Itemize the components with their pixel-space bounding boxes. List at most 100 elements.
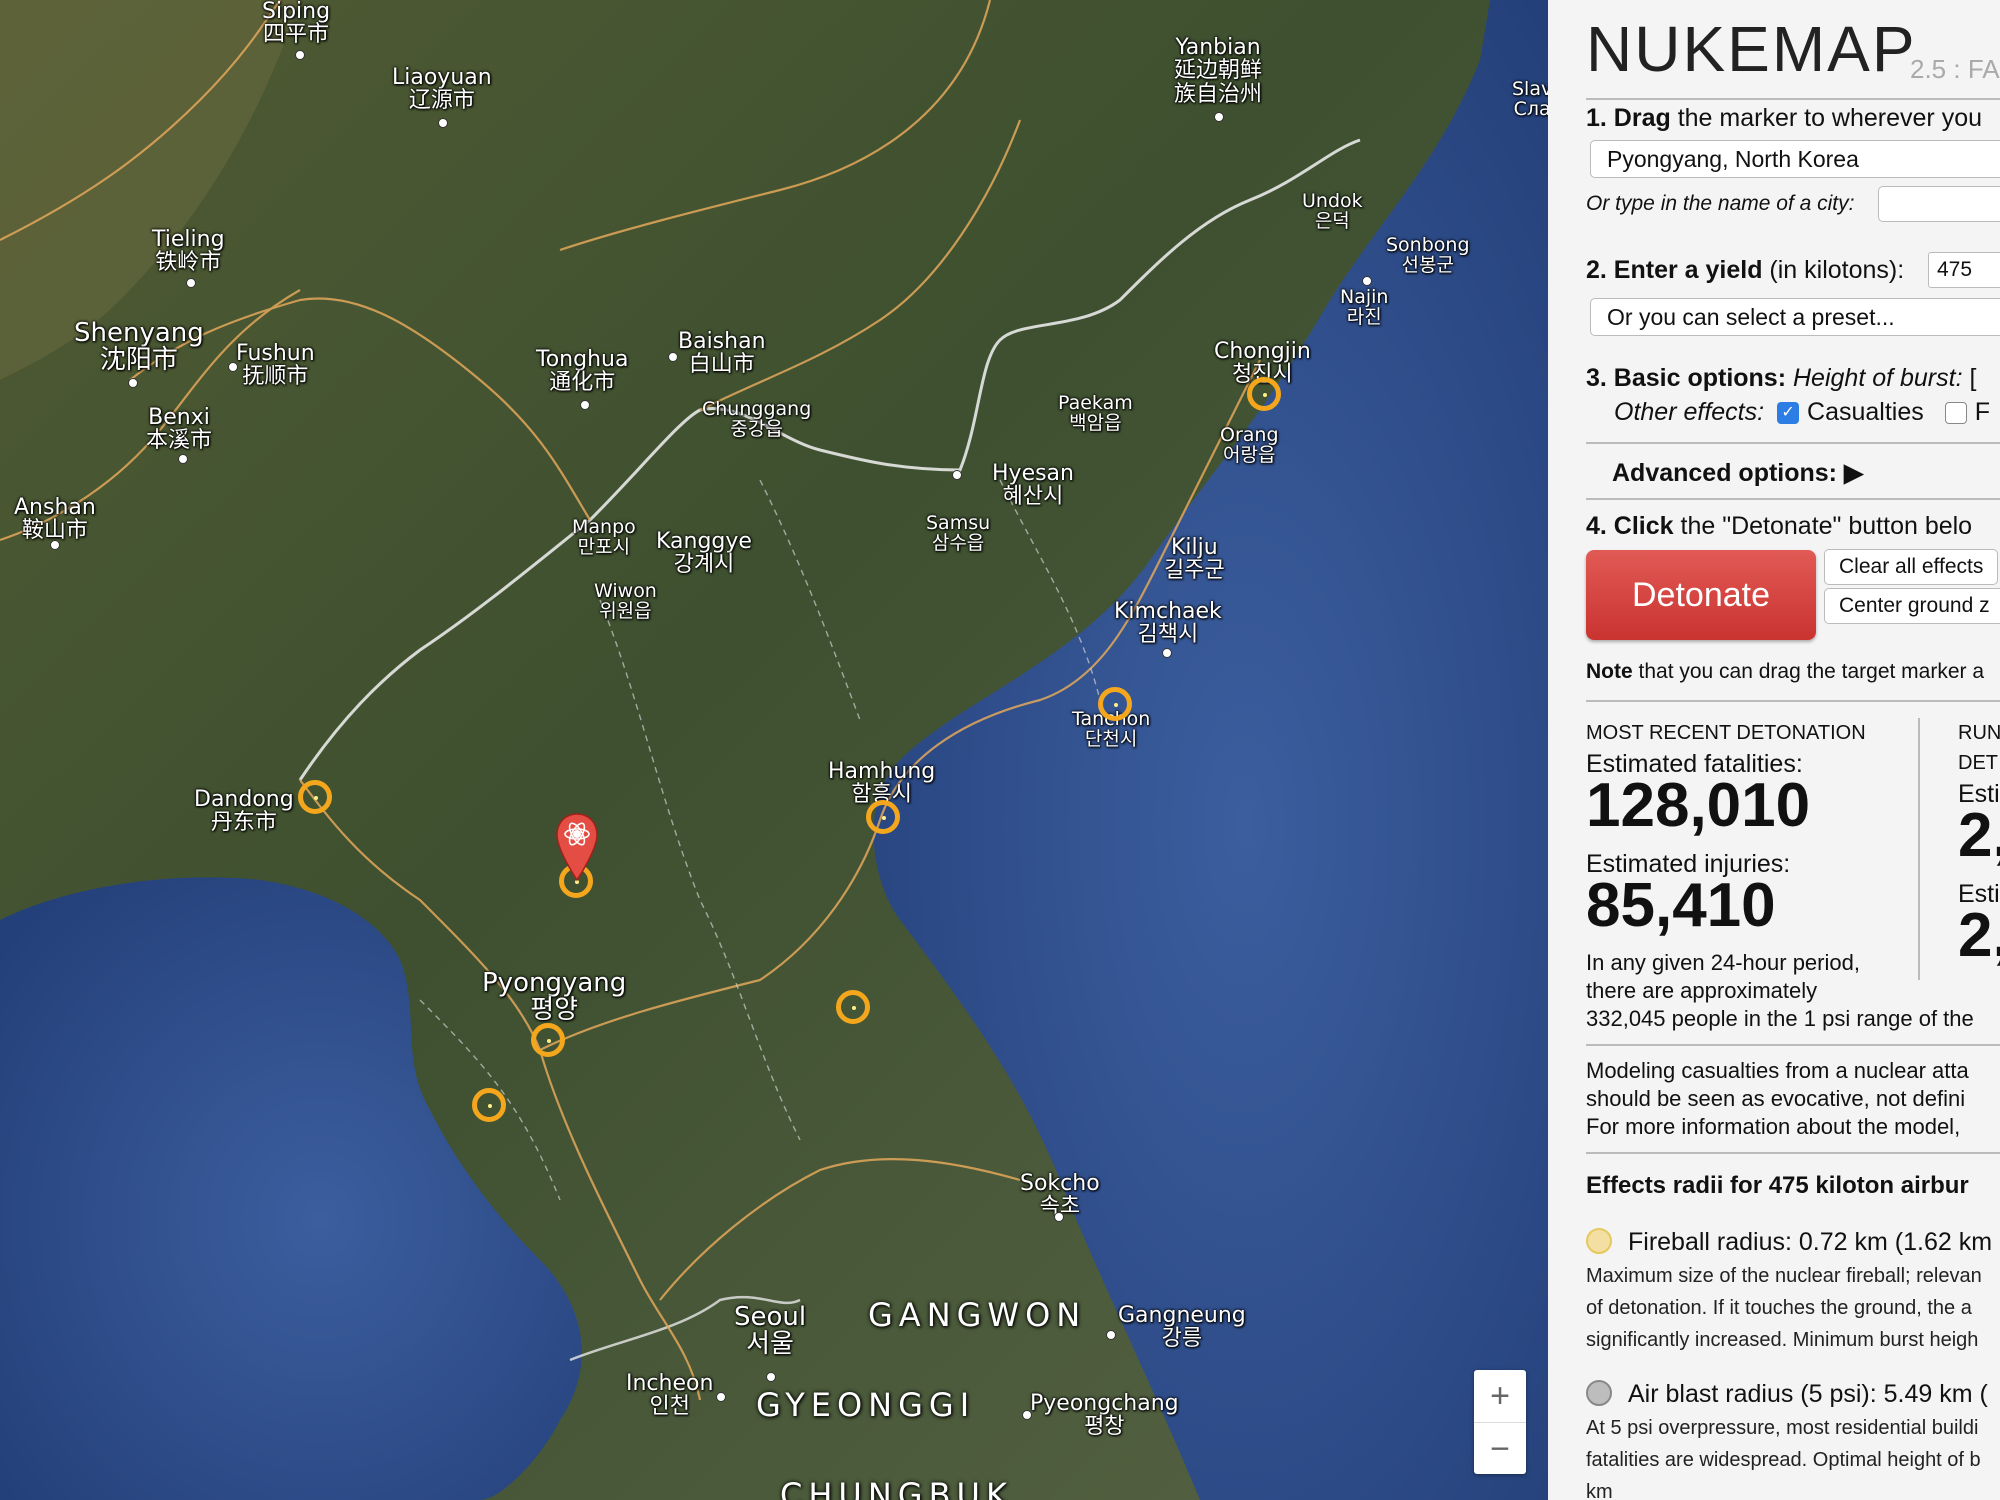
- note-text: Note that you can drag the target marker…: [1586, 660, 1985, 683]
- step2-text: 2. Enter a yield (in kilotons):: [1586, 256, 1905, 284]
- divider: [1586, 1044, 2000, 1046]
- step1-text: 1. Drag the marker to wherever you: [1586, 104, 1983, 132]
- version-label[interactable]: 2.5 : FA: [1910, 54, 2000, 85]
- injuries-value: 85,410: [1586, 871, 1776, 940]
- city-dot: [1054, 1212, 1064, 1222]
- clear-effects-button[interactable]: Clear all effects: [1824, 549, 1999, 585]
- air-blast-desc-2: fatalities are widespread. Optimal heigh…: [1586, 1449, 1981, 1471]
- city-dot: [952, 470, 962, 480]
- map-label-tonghua: Tonghua 通化市: [536, 347, 629, 396]
- fireball-desc-2: of detonation. If it touches the ground,…: [1586, 1297, 1972, 1319]
- effects-header: Effects radii for 475 kiloton airbur: [1586, 1172, 1969, 1199]
- period-text-1: In any given 24-hour period,: [1586, 950, 1860, 975]
- fireball-desc-1: Maximum size of the nuclear fireball; re…: [1586, 1265, 1982, 1287]
- city-dot: [668, 352, 678, 362]
- map-label-shenyang: Shenyang 沈阳市: [74, 318, 204, 376]
- city-dot: [295, 50, 305, 60]
- map-label-slav: Slav Сла: [1512, 78, 1548, 120]
- map-label-dandong: Dandong 丹东市: [194, 787, 294, 836]
- map-label-seoul: Seoul 서울: [734, 1302, 807, 1360]
- model-text-2: should be seen as evocative, not defini: [1586, 1086, 1966, 1111]
- zoom-control: + −: [1474, 1370, 1526, 1474]
- city-dot: [178, 454, 188, 464]
- center-ground-zero-button[interactable]: Center ground z: [1824, 588, 2000, 624]
- detonation-ring[interactable]: [1247, 377, 1281, 411]
- map-pin-icon: [556, 813, 598, 882]
- city-dot: [716, 1392, 726, 1402]
- map-label-kanggye: Kanggye 강계시: [656, 529, 752, 578]
- running-value-1: 2,: [1958, 801, 2000, 870]
- model-text-1: Modeling casualties from a nuclear atta: [1586, 1058, 1969, 1083]
- map-label-sonbong: Sonbong 선봉군: [1386, 234, 1470, 276]
- divider: [1586, 700, 2000, 702]
- air-blast-legend-swatch: [1586, 1380, 1612, 1406]
- map-label-kimchaek: Kimchaek 김책시: [1114, 599, 1222, 648]
- fireball-desc-3: significantly increased. Minimum burst h…: [1586, 1329, 1979, 1351]
- city-dot: [186, 278, 196, 288]
- city-dot: [1106, 1330, 1116, 1340]
- advanced-options-toggle[interactable]: Advanced options: ▶: [1612, 458, 1863, 488]
- fallout-checkbox[interactable]: [1944, 402, 1967, 425]
- map-label-orang: Orang 어랑읍: [1220, 424, 1279, 466]
- fatalities-value: 128,010: [1586, 771, 1811, 840]
- city-dot: [128, 378, 138, 388]
- air-blast-desc-1: At 5 psi overpressure, most residential …: [1586, 1417, 1979, 1439]
- city-dot: [228, 362, 238, 372]
- divider: [1586, 98, 2000, 100]
- divider: [1586, 1152, 2000, 1154]
- map-label-baishan: Baishan 白山市: [678, 329, 766, 378]
- map-label-yanbian: Yanbian 延边朝鲜族自治州: [1173, 35, 1262, 108]
- map-region-chungbuk: CHUNGBUK: [780, 1476, 1013, 1500]
- detonation-ring[interactable]: [1098, 687, 1132, 721]
- detonation-ring[interactable]: [866, 800, 900, 834]
- map-view[interactable]: Siping 四平市 Liaoyuan 辽源市 Yanbian 延边朝鲜族自治州 Ti…: [0, 0, 1548, 1500]
- detonation-ring[interactable]: [531, 1023, 565, 1057]
- preset-select[interactable]: Or you can select a preset...: [1590, 298, 2000, 336]
- city-dot: [1362, 276, 1372, 286]
- target-marker-pin[interactable]: [555, 812, 599, 887]
- city-dot: [766, 1372, 776, 1382]
- map-label-benxi: Benxi 本溪市: [146, 405, 213, 454]
- running-header-2: DET: [1958, 752, 1998, 774]
- period-text-2: there are approximately: [1586, 978, 1818, 1003]
- zoom-out-button[interactable]: −: [1474, 1423, 1526, 1475]
- map-label-kilju: Kilju 길주군: [1164, 535, 1225, 584]
- city-dot: [438, 118, 448, 128]
- period-text-3: 332,045 people in the 1 psi range of the: [1586, 1006, 1974, 1031]
- fireball-legend-swatch: [1586, 1228, 1612, 1254]
- step4-text: 4. Click the "Detonate" button belo: [1586, 512, 1973, 540]
- map-label-undok: Undok 은덕: [1302, 190, 1363, 232]
- city-dot: [580, 400, 590, 410]
- map-label-incheon: Incheon 인천: [626, 1371, 714, 1420]
- air-blast-desc-3: km: [1586, 1481, 1613, 1500]
- map-region-gangwon: GANGWON: [868, 1296, 1087, 1334]
- model-text-3: For more information about the model,: [1586, 1114, 1961, 1139]
- map-label-paekam: Paekam 백암읍: [1058, 392, 1133, 434]
- detonation-ring[interactable]: [298, 780, 332, 814]
- map-label-manpo: Manpo 만포시: [572, 516, 636, 558]
- city-search-input[interactable]: [1878, 186, 2000, 222]
- running-value-2: 2,: [1958, 901, 2000, 970]
- map-label-siping: Siping 四平市: [262, 0, 331, 48]
- city-prompt: Or type in the name of a city:: [1586, 192, 1855, 215]
- divider: [1586, 498, 2000, 500]
- detonation-ring[interactable]: [472, 1088, 506, 1122]
- control-panel: NUKEMAP 2.5 : FA 1. Drag the marker to w…: [1548, 0, 2000, 1500]
- detonation-ring[interactable]: [836, 990, 870, 1024]
- divider: [1586, 442, 2000, 444]
- map-region-gyeonggi: GYEONGGI: [756, 1386, 976, 1424]
- city-dot: [1022, 1410, 1032, 1420]
- map-label-najin: Najin 라진: [1340, 286, 1389, 328]
- fireball-radius-label: Fireball radius: 0.72 km (1.62 km: [1628, 1228, 1993, 1256]
- location-select[interactable]: Pyongyang, North Korea: [1590, 140, 2000, 178]
- app-logo: NUKEMAP: [1586, 13, 1917, 85]
- detonate-button[interactable]: Detonate: [1586, 550, 1816, 640]
- yield-input[interactable]: 475: [1928, 252, 2000, 288]
- zoom-in-button[interactable]: +: [1474, 1370, 1526, 1422]
- casualties-checkbox[interactable]: ✓: [1777, 402, 1800, 425]
- casualties-label: Casualties: [1807, 398, 1924, 426]
- city-dot: [1214, 112, 1224, 122]
- running-header-1: RUN: [1958, 722, 2000, 744]
- map-label-liaoyuan: Liaoyuan 辽源市: [392, 65, 492, 114]
- map-label-tieling: Tieling 铁岭市: [152, 227, 225, 276]
